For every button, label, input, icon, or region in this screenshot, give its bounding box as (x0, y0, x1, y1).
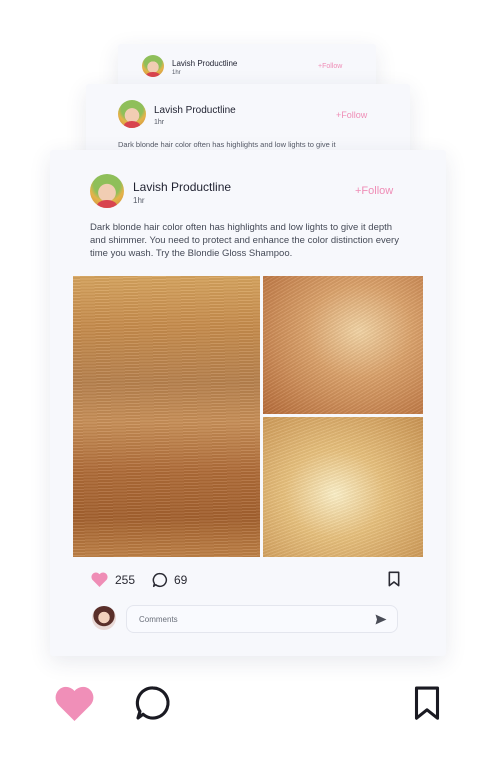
follow-button[interactable]: +Follow (318, 63, 342, 70)
current-user-avatar (92, 606, 116, 630)
post-time: 1hr (154, 119, 165, 126)
author-avatar[interactable] (142, 55, 164, 77)
post-caption: Dark blonde hair color often has highlig… (118, 140, 336, 149)
post-card: Lavish Productline 1hr +Follow Dark blon… (50, 150, 446, 656)
comment-bubble-icon[interactable] (135, 685, 171, 721)
post-photo-blonde-hair-large[interactable] (73, 276, 260, 557)
author-name[interactable]: Lavish Productline (172, 59, 237, 68)
post-time: 1hr (172, 70, 181, 76)
bookmark-icon[interactable] (387, 571, 401, 587)
heart-icon[interactable] (91, 572, 108, 587)
post-photo-blonde-hair-top[interactable] (263, 276, 423, 414)
post-caption: Dark blonde hair color often has highlig… (90, 222, 399, 259)
post-photo-blonde-hair-bottom[interactable] (263, 417, 423, 557)
comment-field[interactable] (126, 605, 398, 633)
like-count: 255 (115, 573, 136, 587)
heart-icon[interactable] (54, 686, 95, 721)
post-time: 1hr (133, 196, 145, 205)
author-name[interactable]: Lavish Productline (154, 105, 236, 116)
comment-input[interactable] (139, 612, 359, 626)
send-icon[interactable] (375, 614, 387, 625)
comment-count: 69 (174, 573, 188, 587)
comment-bubble-icon[interactable] (152, 572, 168, 588)
author-avatar[interactable] (118, 100, 146, 128)
author-name[interactable]: Lavish Productline (133, 180, 231, 194)
follow-button[interactable]: +Follow (336, 110, 367, 120)
follow-button[interactable]: +Follow (355, 185, 393, 197)
author-avatar[interactable] (90, 174, 124, 208)
bookmark-icon[interactable] (413, 686, 441, 721)
